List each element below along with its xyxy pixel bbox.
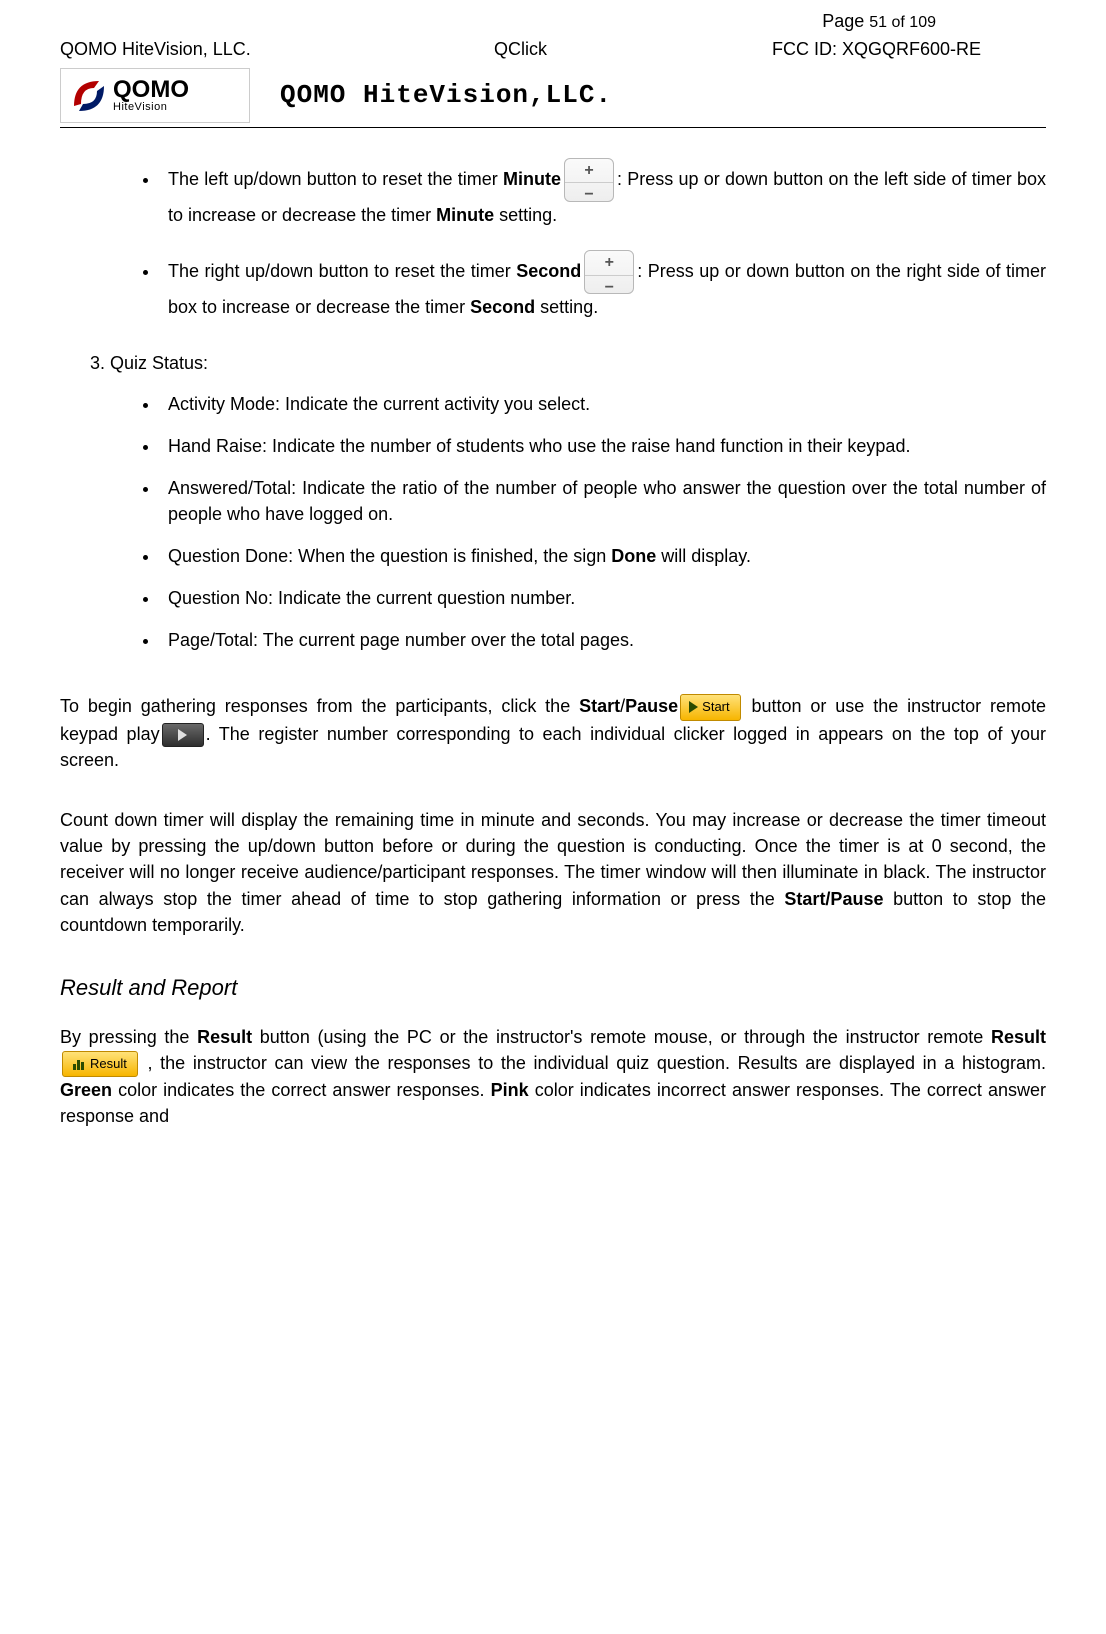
bold-text: Result — [991, 1027, 1046, 1047]
company-title: QOMO HiteVision,LLC. — [280, 77, 612, 115]
list-item: Hand Raise: Indicate the number of stude… — [160, 433, 1046, 459]
start-button-icon: Start — [680, 694, 740, 721]
bold-text: Start — [579, 696, 620, 716]
result-report-heading: Result and Report — [60, 972, 1046, 1004]
list-item: Page/Total: The current page number over… — [160, 627, 1046, 653]
text: By pressing the — [60, 1027, 197, 1047]
bold-text: Second — [516, 261, 581, 281]
paragraph-start-pause: To begin gathering responses from the pa… — [60, 693, 1046, 773]
header-fcc: FCC ID: XQGQRF600-RE — [674, 36, 981, 62]
header-product: QClick — [367, 36, 674, 62]
paragraph-countdown: Count down timer will display the remain… — [60, 807, 1046, 937]
quiz-status-heading: 3. Quiz Status: — [60, 350, 1046, 376]
histogram-icon — [73, 1058, 84, 1070]
header-company: QOMO HiteVision, LLC. — [60, 36, 367, 62]
text: . The register number corresponding to e… — [60, 724, 1046, 770]
logo-text-small: HiteVision — [113, 102, 189, 113]
plus-minus-stepper-icon: +− — [584, 250, 634, 294]
header-divider — [60, 127, 1046, 128]
button-label: Start — [702, 698, 729, 717]
page-label: Page — [822, 11, 869, 31]
logo-swoosh-icon — [69, 76, 109, 116]
header-row: QOMO HiteVision, LLC. QClick FCC ID: XQG… — [60, 36, 1046, 62]
logo-text-big: QOMO — [113, 78, 189, 102]
text: The left up/down button to reset the tim… — [168, 169, 503, 189]
text: button (using the PC or the instructor's… — [252, 1027, 991, 1047]
result-button-icon: Result — [62, 1051, 138, 1078]
text: The right up/down button to reset the ti… — [168, 261, 516, 281]
plus-minus-stepper-icon: +− — [564, 158, 614, 202]
bold-text: Pink — [491, 1080, 529, 1100]
play-triangle-icon — [178, 729, 187, 741]
bold-text: Minute — [503, 169, 561, 189]
document-body: The left up/down button to reset the tim… — [60, 158, 1046, 1129]
text: , the instructor can view the responses … — [140, 1053, 1046, 1073]
text: will display. — [656, 546, 751, 566]
page-indicator: Page 51 of 109 — [60, 8, 1046, 34]
bold-text: Pause — [625, 696, 678, 716]
bold-text: Second — [470, 297, 535, 317]
list-item: Activity Mode: Indicate the current acti… — [160, 391, 1046, 417]
bold-text: Result — [197, 1027, 252, 1047]
logo: QOMO HiteVision — [60, 68, 250, 123]
remote-play-key-icon — [162, 723, 204, 747]
text: Question Done: When the question is fini… — [168, 546, 611, 566]
bold-text: Green — [60, 1080, 112, 1100]
list-item: Question No: Indicate the current questi… — [160, 585, 1046, 611]
button-label: Result — [90, 1055, 127, 1074]
bold-text: Start/Pause — [784, 889, 883, 909]
logo-row: QOMO HiteVision QOMO HiteVision,LLC. — [60, 68, 1046, 123]
bold-text: Done — [611, 546, 656, 566]
quiz-status-list: Activity Mode: Indicate the current acti… — [60, 391, 1046, 654]
text: To begin gathering responses from the pa… — [60, 696, 579, 716]
text: color indicates the correct answer respo… — [112, 1080, 491, 1100]
timer-bullet-list: The left up/down button to reset the tim… — [60, 158, 1046, 320]
list-item: The left up/down button to reset the tim… — [160, 158, 1046, 228]
list-item: Answered/Total: Indicate the ratio of th… — [160, 475, 1046, 527]
text: setting. — [535, 297, 598, 317]
list-item: Question Done: When the question is fini… — [160, 543, 1046, 569]
bold-text: Minute — [436, 205, 494, 225]
list-item: The right up/down button to reset the ti… — [160, 250, 1046, 320]
text: setting. — [494, 205, 557, 225]
page-number: 51 of 109 — [869, 14, 936, 31]
play-triangle-icon — [689, 701, 698, 713]
paragraph-result: By pressing the Result button (using the… — [60, 1024, 1046, 1130]
